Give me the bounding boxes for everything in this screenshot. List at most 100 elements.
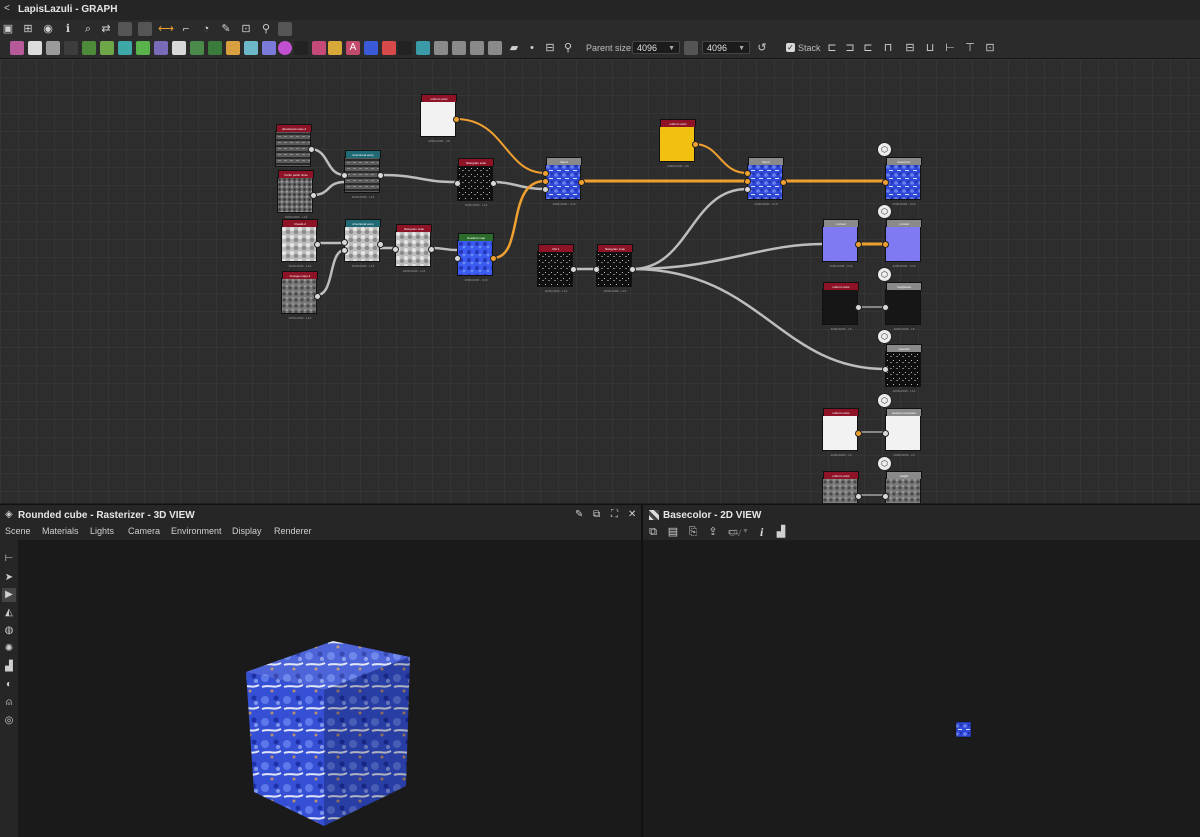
tools-icon[interactable]: ✎ [218, 22, 234, 36]
node-port[interactable] [593, 266, 600, 273]
graph-node-histogram-scan[interactable]: histogram scan 4096x4096 - L16 [454, 158, 497, 207]
node-port[interactable] [744, 186, 751, 193]
node-port[interactable] [454, 180, 461, 187]
atomic-text-icon[interactable]: A [346, 41, 360, 55]
chart-bars-icon[interactable]: ▟ [2, 660, 16, 674]
float-window-icon[interactable]: ⧉ [593, 509, 600, 520]
node-port[interactable] [490, 255, 497, 262]
distribute-v-icon[interactable]: ⊤ [962, 41, 978, 55]
atomic-frame-icon[interactable] [416, 41, 430, 55]
node-port[interactable] [542, 178, 549, 185]
atomic-paint-icon[interactable] [382, 41, 396, 55]
uv-button[interactable]: UV [729, 528, 742, 538]
menu-scene[interactable]: Scene [5, 526, 31, 536]
atomic-blend-icon[interactable] [172, 41, 186, 55]
node-port[interactable] [308, 146, 315, 153]
node-port[interactable] [341, 172, 348, 179]
graph-node-specular[interactable]: specular 4096x4096 - L16 [882, 344, 922, 393]
atomic-svg-icon[interactable] [28, 41, 42, 55]
view3d-viewport[interactable] [18, 540, 641, 837]
graph-node-clouds-2[interactable]: Clouds 2 4096x4096 - L16 [281, 219, 321, 268]
menu-display[interactable]: Display [232, 526, 262, 536]
graph-node-blend[interactable]: blend 4096x4096 - C16 [542, 157, 585, 206]
node-port[interactable] [377, 241, 384, 248]
atomic-emboss-icon[interactable] [208, 41, 222, 55]
node-port[interactable] [855, 493, 862, 500]
graph-node-ambient-occlusion[interactable]: ambient occlusion 4096x4096 - L8 [882, 408, 922, 457]
node-port[interactable] [314, 241, 321, 248]
export-icon[interactable]: ⊡ [238, 22, 254, 36]
snap-icon[interactable]: ⊡ [982, 41, 998, 55]
maximize-icon[interactable]: ⛶ [611, 509, 618, 520]
align-right-icon[interactable]: ⊏ [860, 41, 876, 55]
output-size-select[interactable]: 4096 ▼ [702, 41, 750, 54]
histogram-icon[interactable]: ▟ [773, 525, 789, 539]
node-port[interactable] [629, 266, 636, 273]
info-icon[interactable]: ℹ [60, 22, 76, 36]
link-icon[interactable]: ⟷ [158, 22, 174, 36]
graph-node-uniform-color[interactable]: uniform color 4096x4096 - C8 [659, 119, 699, 168]
node-port[interactable] [855, 304, 862, 311]
atomic-fxmap-icon[interactable] [312, 41, 326, 55]
node-port[interactable] [692, 141, 699, 148]
align-left-icon[interactable]: ⊏ [824, 41, 840, 55]
atomic-pixel-icon[interactable] [398, 41, 412, 55]
material-ball-icon[interactable]: ◐ [2, 678, 16, 692]
node-port[interactable] [341, 239, 348, 246]
pin-node-icon[interactable]: • [524, 41, 540, 55]
node-port[interactable] [882, 304, 889, 311]
atomic-levels-icon[interactable] [64, 41, 78, 55]
export-image-icon[interactable]: ⇪ [705, 525, 721, 539]
node-port[interactable] [744, 178, 751, 185]
parent-size-select[interactable]: 4096 ▼ [632, 41, 680, 54]
node-port[interactable] [578, 179, 585, 186]
node-port[interactable] [882, 179, 889, 186]
graph-node-height[interactable]: height [882, 471, 922, 503]
node-port[interactable] [454, 255, 461, 262]
node-port[interactable] [882, 430, 889, 437]
node-port[interactable] [882, 366, 889, 373]
menu-environment[interactable]: Environment [171, 526, 222, 536]
atomic-transform-icon[interactable] [118, 41, 132, 55]
timer-icon[interactable]: ◔ [198, 22, 214, 36]
close-icon[interactable]: ✕ [628, 509, 636, 520]
node-port[interactable] [490, 180, 497, 187]
menu-lights[interactable]: Lights [90, 526, 114, 536]
atomic-gradient-map-icon[interactable] [226, 41, 240, 55]
align-bottom-icon[interactable]: ⊔ [922, 41, 938, 55]
node-port[interactable] [392, 246, 399, 253]
graph-node-uniform-color[interactable]: uniform color 4096x4096 - L8 [822, 408, 862, 457]
atomic-channel-icon[interactable] [434, 41, 448, 55]
comment-icon[interactable]: ▰ [506, 41, 522, 55]
node-port[interactable] [453, 116, 460, 123]
graph-node-directional-warp[interactable]: directional warp 4096x4096 - L16 [341, 150, 384, 199]
atomic-uniform-icon[interactable] [46, 41, 60, 55]
reset-size-icon[interactable]: ↺ [754, 41, 770, 55]
node-port[interactable] [882, 241, 889, 248]
atomic-crop-icon[interactable] [364, 41, 378, 55]
copy-icon[interactable]: ⎘ [685, 525, 701, 539]
brush-icon[interactable]: ⚲ [258, 22, 274, 36]
atomic-bitmap-icon[interactable] [10, 41, 24, 55]
input-node-icon[interactable]: ⚲ [560, 41, 576, 55]
graph-node-perlin-perlin-grau[interactable]: Perlin perlin Grau 4096x4096 - L16 [277, 170, 317, 219]
frame-node-icon[interactable]: ⊟ [542, 41, 558, 55]
layout-grid-icon[interactable] [138, 22, 152, 36]
settings-gear-icon[interactable]: ✺ [2, 642, 16, 656]
node-port[interactable] [310, 192, 317, 199]
graph-node-roughness[interactable]: roughness 4096x4096 - L8 [882, 282, 922, 331]
atomic-distance-icon[interactable] [190, 41, 204, 55]
atomic-swap-icon[interactable] [470, 41, 484, 55]
distribute-h-icon[interactable]: ⊢ [942, 41, 958, 55]
stack-checkbox[interactable]: ✓ [786, 43, 795, 52]
atomic-warp-icon[interactable] [136, 41, 150, 55]
globe-icon[interactable]: ◎ [2, 714, 16, 728]
graph-node-gradient-map[interactable]: Gradient map 4096x4096 - C16 [454, 233, 497, 282]
light-bulb-icon[interactable]: ◍ [2, 624, 16, 638]
grid-toggle-icon[interactable] [278, 22, 292, 36]
graph-node-histogram-scan[interactable]: histogram scan 4096x4096 - L16 [593, 244, 636, 293]
graph-node-grunge-maps-2[interactable]: Grunge maps 2 4096x4096 - L16 [281, 271, 321, 320]
save-icon[interactable]: ▤ [665, 525, 681, 539]
route-icon[interactable]: ⌐ [178, 22, 194, 36]
layout-tree-icon[interactable] [118, 22, 132, 36]
